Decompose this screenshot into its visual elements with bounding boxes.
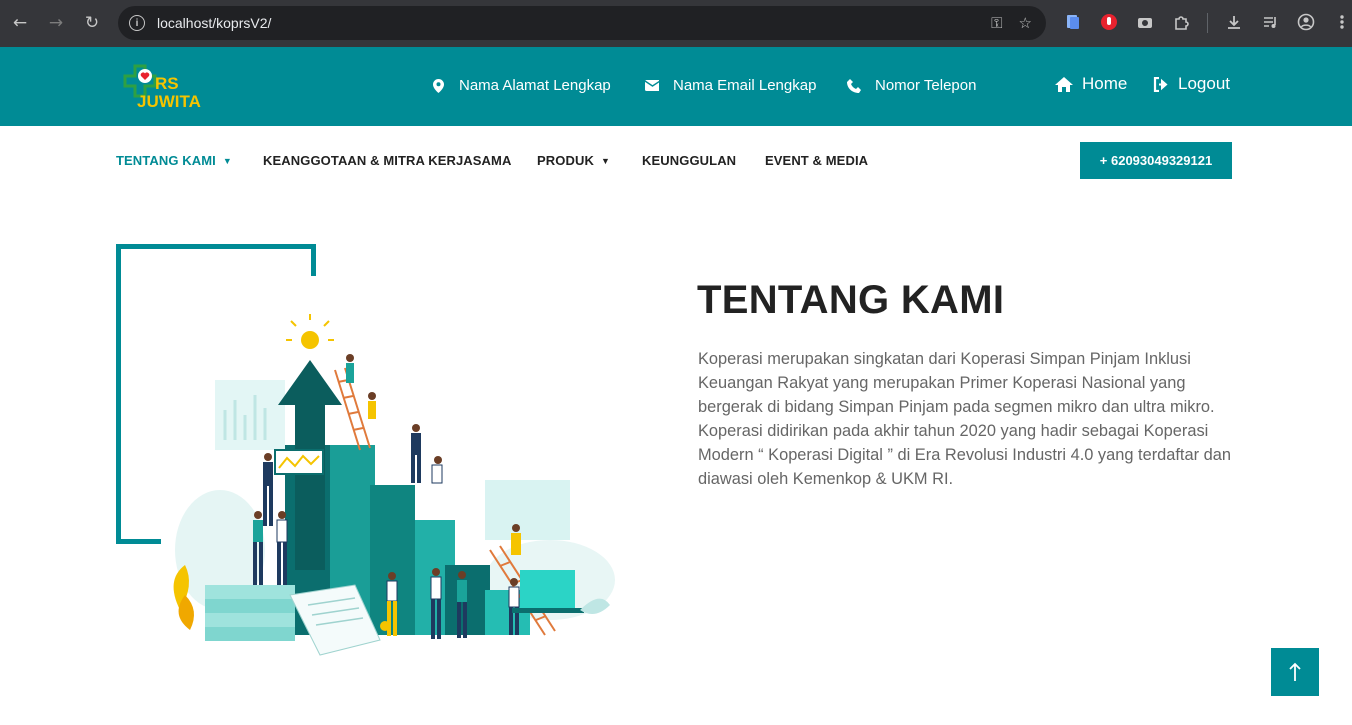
contact-phone: Nomor Telepon [847, 77, 976, 94]
logout-link[interactable]: Logout [1153, 74, 1230, 94]
email-text: Nama Email Lengkap [673, 77, 817, 94]
download-icon[interactable] [1223, 11, 1245, 33]
home-icon [1055, 76, 1073, 92]
nav-item-produk[interactable]: PRODUK ▼ [537, 153, 610, 168]
nav-item-label[interactable]: KEANGGOTAAN & MITRA KERJASAMA [263, 153, 511, 168]
phone-number-button[interactable]: + 62093049329121 [1080, 142, 1232, 179]
about-title: TENTANG KAMI [697, 278, 1005, 322]
map-marker-icon [431, 78, 445, 93]
envelope-icon [645, 79, 659, 93]
image-frame-bottom [116, 539, 161, 544]
nav-item-label[interactable]: TENTANG KAMI [116, 153, 216, 168]
nav-item-tentang-kami[interactable]: TENTANG KAMI ▼ [116, 153, 232, 168]
image-frame-top [116, 244, 316, 249]
media-queue-icon[interactable] [1259, 11, 1281, 33]
url-text[interactable]: localhost/koprsV2/ [157, 15, 271, 31]
contact-address: Nama Alamat Lengkap [431, 77, 611, 94]
logout-label[interactable]: Logout [1178, 74, 1230, 94]
chevron-down-icon: ▼ [222, 155, 232, 166]
arrow-up-icon [1289, 662, 1301, 681]
about-description: Koperasi merupakan singkatan dari Kopera… [698, 350, 1231, 488]
rs-juwita-logo[interactable]: RS JUWITA [115, 62, 220, 112]
password-key-icon[interactable]: ⚿ [991, 14, 1002, 32]
back-icon[interactable]: ← [8, 11, 32, 35]
address-bar[interactable]: i localhost/koprsV2/ ⚿ ☆ [118, 6, 1046, 40]
nav-item-keanggotaan[interactable]: KEANGGOTAAN & MITRA KERJASAMA [263, 153, 511, 168]
contact-email: Nama Email Lengkap [645, 77, 816, 94]
extensions-puzzle-icon[interactable] [1170, 11, 1192, 33]
back-to-top-button[interactable] [1271, 648, 1319, 696]
extension-docs-icon[interactable] [1062, 11, 1084, 33]
nav-item-label[interactable]: PRODUK [537, 153, 594, 168]
home-label[interactable]: Home [1082, 74, 1127, 94]
image-frame-right [311, 244, 316, 276]
phone-text: Nomor Telepon [875, 77, 977, 94]
bookmark-star-icon[interactable]: ☆ [1019, 14, 1032, 32]
top-header: RS JUWITA Nama Alamat Lengkap Nama Email… [0, 47, 1352, 126]
home-link[interactable]: Home [1055, 74, 1127, 94]
reload-icon[interactable]: ↻ [80, 11, 104, 35]
nav-item-event-media[interactable]: EVENT & MEDIA [765, 153, 868, 168]
nav-item-keunggulan[interactable]: KEUNGGULAN [642, 153, 736, 168]
browser-menu-icon[interactable] [1331, 11, 1352, 33]
profile-icon[interactable] [1295, 11, 1317, 33]
nav-item-label[interactable]: KEUNGGULAN [642, 153, 736, 168]
main-navigation: TENTANG KAMI ▼ KEANGGOTAAN & MITRA KERJA… [0, 126, 1352, 196]
teamwork-growth-illustration [173, 314, 615, 656]
forward-icon[interactable]: → [44, 11, 68, 35]
site-info-icon[interactable]: i [129, 15, 145, 31]
toolbar-divider [1207, 13, 1208, 33]
browser-toolbar: ← → ↻ i localhost/koprsV2/ ⚿ ☆ [0, 0, 1352, 47]
address-text: Nama Alamat Lengkap [459, 77, 611, 94]
nav-item-label[interactable]: EVENT & MEDIA [765, 153, 868, 168]
sign-out-icon [1153, 76, 1169, 92]
extension-camera-icon[interactable] [1134, 11, 1156, 33]
logo-text-rs: RS [155, 74, 179, 93]
logo-text-juwita: JUWITA [137, 92, 201, 111]
chevron-down-icon: ▼ [600, 155, 610, 166]
extension-stop-icon[interactable] [1098, 11, 1120, 33]
phone-icon [847, 78, 861, 93]
image-frame-left [116, 244, 121, 544]
